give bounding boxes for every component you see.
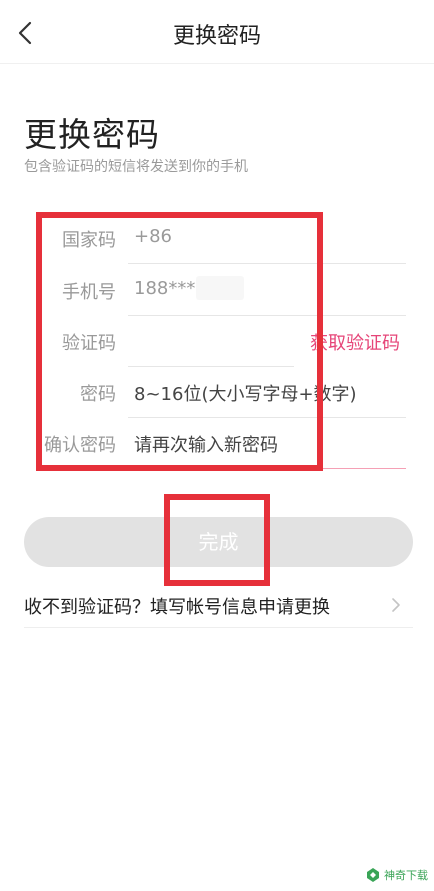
nav-title: 更换密码 — [172, 24, 261, 49]
confirm-password-row: 确认密码 请再次输入新密码 — [0, 417, 434, 469]
verify-code-row: 验证码 获取验证码 — [0, 315, 434, 367]
done-button[interactable]: 完成 — [24, 517, 413, 567]
verify-code-label: 验证码 — [62, 333, 116, 354]
phone-mask — [196, 276, 244, 300]
country-code-row[interactable]: 国家码 +86 — [0, 212, 434, 264]
get-code-button[interactable]: 获取验证码 — [310, 329, 400, 355]
password-label: 密码 — [80, 384, 116, 405]
password-row: 密码 8~16位(大小写字母+数字) — [0, 366, 434, 418]
chevron-right-icon — [392, 598, 400, 612]
confirm-password-label: 确认密码 — [44, 435, 116, 456]
divider — [128, 468, 406, 469]
watermark: 神奇下载 — [365, 867, 428, 883]
help-link-label: 收不到验证码？填写帐号信息申请更换 — [24, 597, 330, 618]
help-link[interactable]: 收不到验证码？填写帐号信息申请更换 — [24, 588, 413, 628]
nav-bar: 更换密码 — [0, 0, 434, 64]
logo-icon — [367, 868, 379, 882]
country-code-label: 国家码 — [62, 230, 116, 251]
phone-label: 手机号 — [62, 282, 116, 303]
confirm-password-input[interactable]: 请再次输入新密码 — [134, 431, 278, 457]
password-input[interactable]: 8~16位(大小写字母+数字) — [134, 380, 357, 406]
phone-value: 188**** — [134, 278, 205, 299]
page-subtitle: 包含验证码的短信将发送到你的手机 — [24, 159, 248, 175]
watermark-text: 神奇下载 — [384, 869, 428, 882]
phone-row: 手机号 188**** — [0, 264, 434, 316]
page-title: 更换密码 — [24, 115, 160, 154]
country-code-value[interactable]: +86 — [134, 226, 172, 247]
